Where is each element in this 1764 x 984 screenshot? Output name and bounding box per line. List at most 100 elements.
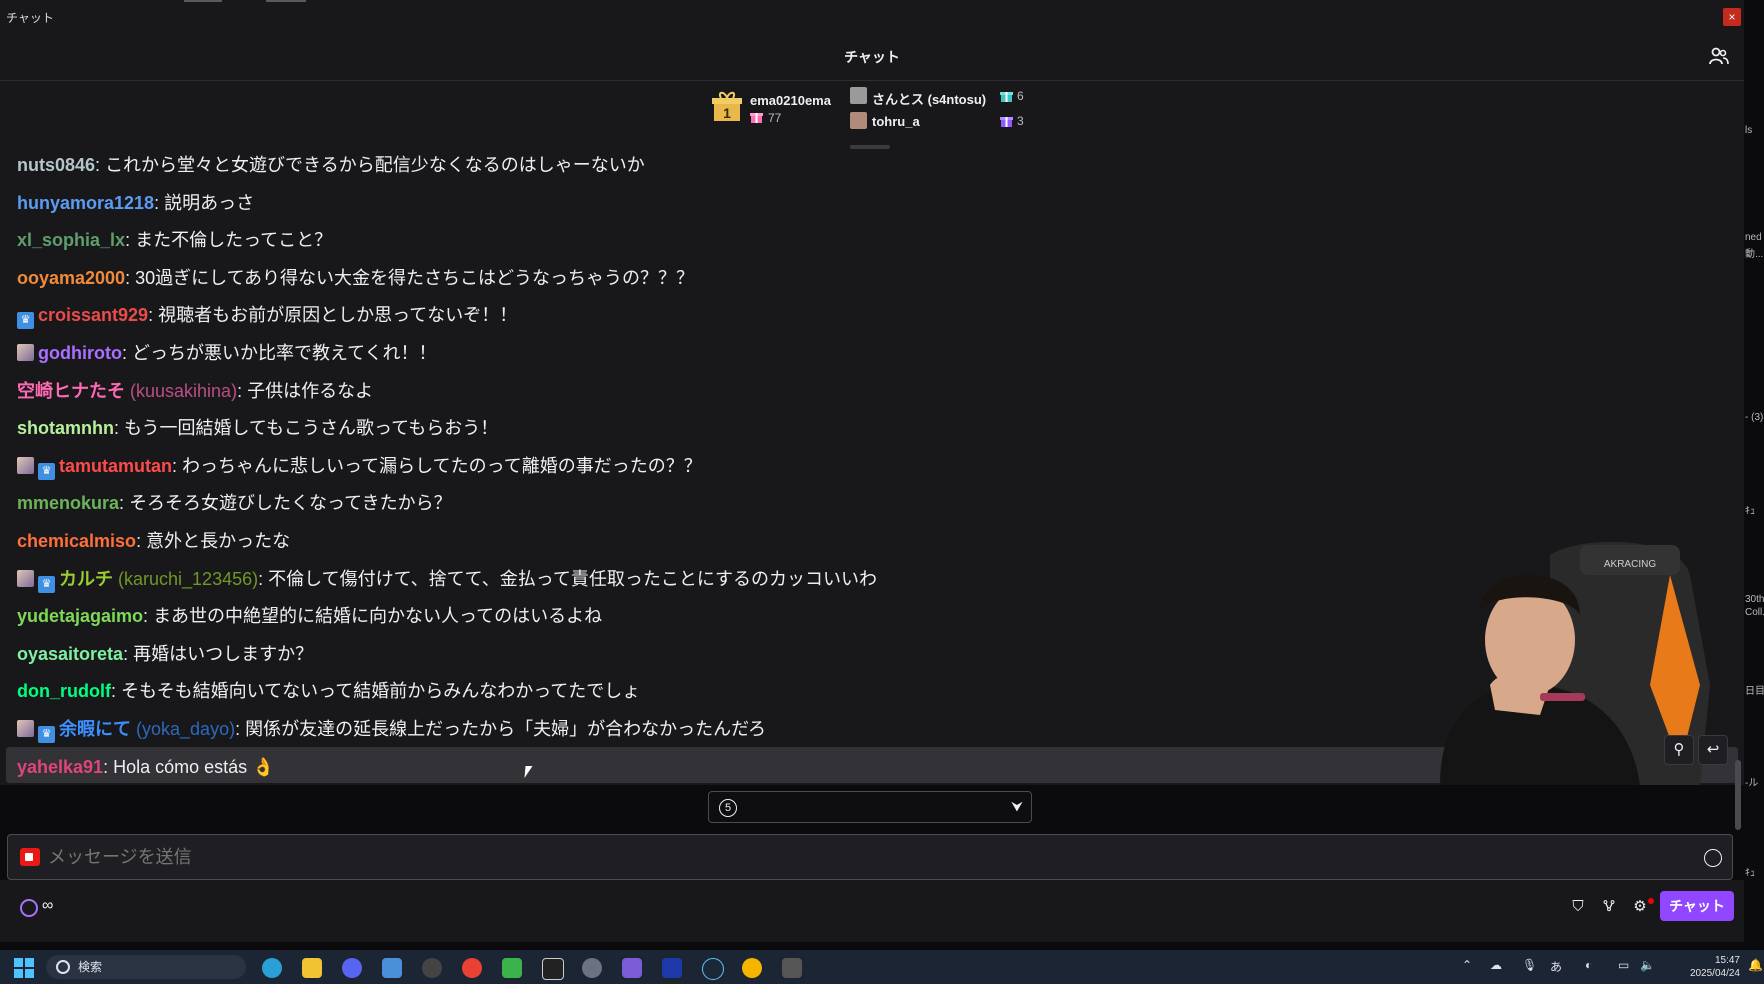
chat-login-name[interactable]: (kuusakihina) bbox=[130, 381, 237, 401]
leaderboard-third-count: 3 bbox=[1017, 114, 1024, 128]
chat-message[interactable]: oyasaitoreta: 再婚はいつしますか？ bbox=[10, 636, 313, 673]
avatar-badge-icon[interactable] bbox=[17, 456, 34, 474]
ime-indicator[interactable]: あ bbox=[1550, 958, 1562, 975]
chat-username[interactable]: shotamnhn bbox=[17, 418, 114, 438]
chat-message[interactable]: ♛ croissant929: 視聴者もお前が原因としか思ってないぞ！！ bbox=[10, 297, 517, 334]
message-separator: : bbox=[154, 192, 165, 213]
pin-message-button[interactable]: ⚲ bbox=[1664, 735, 1694, 765]
emoji-icon[interactable] bbox=[1704, 849, 1722, 867]
chat-username[interactable]: yudetajagaimo bbox=[17, 606, 143, 626]
chat-username[interactable]: カルチ bbox=[59, 569, 113, 589]
chevron-down-icon[interactable]: ⮟ bbox=[1011, 798, 1023, 815]
chrome-icon[interactable] bbox=[742, 958, 762, 978]
chat-message[interactable]: mmenokura: そろそろ女遊びしたくなってきたから？ bbox=[10, 485, 452, 522]
chat-message-input[interactable] bbox=[46, 841, 1670, 873]
windows-start-icon[interactable] bbox=[14, 958, 34, 978]
chat-username[interactable]: chemicalmiso bbox=[17, 531, 136, 551]
minecraft-icon[interactable] bbox=[502, 958, 522, 978]
microphone-icon[interactable]: 🎙 bbox=[1522, 958, 1537, 972]
chat-message-text: 意外と長かったな bbox=[146, 531, 291, 551]
chat-message[interactable]: don_rudolf: そもそも結婚向いてないって結婚前からみんなわかってたでし… bbox=[10, 673, 640, 710]
chat-message[interactable]: yudetajagaimo: まあ世の中絶望的に結婚に向かない人ってのはいるよね bbox=[10, 598, 602, 635]
chat-username[interactable]: yahelka91 bbox=[17, 757, 103, 777]
leaderboard-third-name: tohru_a bbox=[872, 114, 920, 129]
app-icon[interactable] bbox=[582, 958, 602, 978]
chat-username[interactable]: mmenokura bbox=[17, 493, 119, 513]
focus-icon[interactable]: ◐ bbox=[1585, 958, 1592, 972]
chat-message[interactable]: 空崎ヒナたそ (kuusakihina): 子供は作るなよ bbox=[10, 373, 373, 410]
chat-username[interactable]: ooyama2000 bbox=[17, 268, 125, 288]
prediction-count: 5 bbox=[719, 799, 737, 817]
prediction-widget[interactable]: 5 ⮟ bbox=[708, 791, 1032, 823]
subscriber-badge-icon[interactable]: ♛ bbox=[38, 726, 55, 743]
send-chat-button[interactable]: チャット bbox=[1660, 891, 1734, 921]
leaderboard-second[interactable]: さんとス (s4ntosu) 6 bbox=[850, 87, 1030, 107]
app-icon[interactable] bbox=[782, 958, 802, 978]
chat-message[interactable]: ♛ カルチ (karuchi_123456): 不倫して傷付けて、捨てて、金払って… bbox=[10, 561, 877, 598]
volume-icon[interactable]: 🔈 bbox=[1640, 958, 1655, 972]
chat-message[interactable]: ♛ 余暇にて (yoka_dayo): 関係が友達の延長線上だったから「夫婦」が合… bbox=[10, 711, 766, 748]
chat-username[interactable]: oyasaitoreta bbox=[17, 644, 123, 664]
shield-icon[interactable]: ⛉ bbox=[1568, 897, 1588, 917]
chrome-icon[interactable] bbox=[462, 958, 482, 978]
chat-username[interactable]: 余暇にて bbox=[59, 719, 131, 739]
chat-username[interactable]: tamutamutan bbox=[59, 456, 172, 476]
obs-icon[interactable] bbox=[422, 958, 442, 978]
chat-message-text: まあ世の中絶望的に結婚に向かない人ってのはいるよね bbox=[153, 606, 603, 627]
chat-username[interactable]: 空崎ヒナたそ bbox=[17, 381, 125, 401]
message-separator: : bbox=[114, 418, 125, 439]
gift-leaderboard: 1 ema0210ema 77 さんとス (s4ntosu) 6 tohru_a… bbox=[0, 81, 1744, 154]
onedrive-icon[interactable]: ☁ bbox=[1490, 958, 1502, 972]
community-icon[interactable] bbox=[1708, 45, 1730, 67]
chat-message[interactable]: nuts0846: これから堂々と女遊びできるから配信少なくなるのはしゃーないか bbox=[10, 153, 645, 184]
notification-icon[interactable]: 🔔 bbox=[1748, 958, 1763, 972]
taskbar-clock[interactable]: 15:47 2025/04/24 bbox=[1660, 954, 1740, 980]
notepad-icon[interactable] bbox=[382, 958, 402, 978]
chat-message[interactable]: xl_sophia_lx: また不倫したってこと？ bbox=[10, 222, 332, 259]
network-icon[interactable]: ▭ bbox=[1618, 958, 1629, 972]
chat-message[interactable]: ooyama2000: 30過ぎにしてあり得ない大金を得たさちこはどうなっちゃう… bbox=[10, 260, 694, 297]
chat-message[interactable]: hunyamora1218: 説明あっさ bbox=[10, 185, 254, 222]
app-icon[interactable] bbox=[622, 958, 642, 978]
chat-username[interactable]: nuts0846 bbox=[17, 155, 95, 175]
camera-icon[interactable] bbox=[20, 848, 40, 866]
gift-icon[interactable]: 🜉 bbox=[1599, 897, 1619, 917]
chat-scrollbar[interactable] bbox=[1735, 760, 1741, 830]
discord-icon[interactable] bbox=[342, 958, 362, 978]
chat-message-list[interactable]: nuts0846: これから堂々と女遊びできるから配信少なくなるのはしゃーないか… bbox=[0, 153, 1744, 785]
avatar-badge-icon[interactable] bbox=[17, 720, 34, 737]
chat-username[interactable]: croissant929 bbox=[38, 305, 148, 325]
settings-gear-icon[interactable]: ⚙ bbox=[1630, 897, 1650, 917]
chat-username[interactable]: godhiroto bbox=[38, 343, 122, 363]
chat-username[interactable]: don_rudolf bbox=[17, 681, 111, 701]
chat-message[interactable]: chemicalmiso: 意外と長かったな bbox=[10, 523, 290, 560]
subscriber-badge-icon[interactable]: ♛ bbox=[17, 312, 34, 330]
leaderboard-third[interactable]: tohru_a 3 bbox=[850, 112, 1030, 132]
channel-points-icon[interactable] bbox=[20, 899, 38, 917]
avatar-badge-icon[interactable] bbox=[17, 344, 34, 361]
taskbar-search[interactable]: 検索 bbox=[46, 955, 246, 979]
file-explorer-icon[interactable] bbox=[302, 958, 322, 978]
window-close-button[interactable]: × bbox=[1723, 8, 1741, 26]
chat-message[interactable]: godhiroto: どっちが悪いか比率で教えてくれ！！ bbox=[10, 335, 437, 372]
chat-username[interactable]: xl_sophia_lx bbox=[17, 230, 125, 250]
chat-message-text: Hola cómo estás 👌 bbox=[113, 756, 275, 777]
reply-button[interactable]: ↩ bbox=[1698, 735, 1728, 765]
subscriber-badge-icon[interactable]: ♛ bbox=[38, 462, 55, 480]
app-icon[interactable] bbox=[662, 958, 682, 978]
subscriber-badge-icon[interactable]: ♛ bbox=[38, 575, 55, 593]
chat-message[interactable]: shotamnhn: もう一回結婚してもこうさん歌ってもらおう！ bbox=[10, 410, 498, 447]
x-app-icon[interactable] bbox=[542, 958, 564, 980]
chat-composer bbox=[7, 834, 1733, 880]
edge-icon[interactable] bbox=[262, 958, 282, 978]
gift-icon bbox=[1000, 117, 1013, 127]
steam-icon[interactable] bbox=[702, 958, 724, 980]
chat-message-text: 子供は作るなよ bbox=[247, 380, 374, 401]
chat-username[interactable]: hunyamora1218 bbox=[17, 193, 154, 213]
tray-chevron-up-icon[interactable]: ⌃ bbox=[1462, 958, 1472, 972]
avatar-badge-icon[interactable] bbox=[17, 569, 34, 587]
chat-message[interactable]: yahelka91: Hola cómo estás 👌 bbox=[10, 749, 275, 785]
chat-login-name[interactable]: (karuchi_123456) bbox=[118, 569, 258, 589]
chat-message[interactable]: ♛ tamutamutan: わっちゃんに悲しいって漏らしてたのって離婚の事だった… bbox=[10, 448, 702, 485]
chat-login-name[interactable]: (yoka_dayo) bbox=[136, 719, 235, 739]
